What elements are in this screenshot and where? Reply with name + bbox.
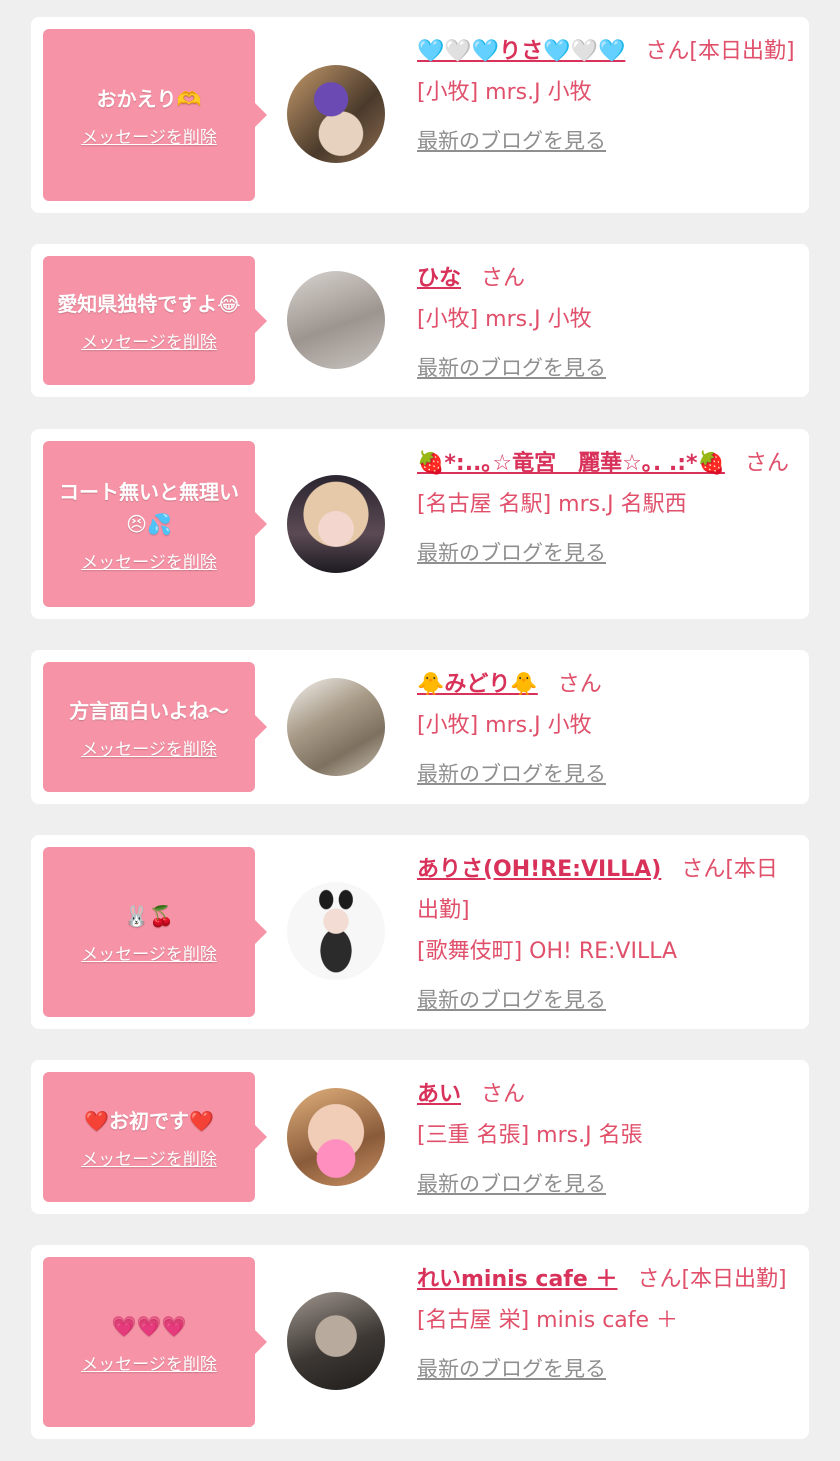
latest-blog-link[interactable]: 最新のブログを見る [417,533,606,574]
latest-blog-link[interactable]: 最新のブログを見る [417,121,606,162]
message-text: 🐰🍒 [124,903,174,928]
shop-name: [小牧] mrs.J 小牧 [417,307,592,332]
delete-message-link[interactable]: メッセージを削除 [81,548,217,573]
shop-name: [歌舞伎町] OH! RE:VILLA [417,939,678,964]
avatar[interactable] [287,271,385,369]
delete-message-link[interactable]: メッセージを削除 [81,940,217,965]
message-text: コート無いと無理い😣💦 [59,479,239,536]
cast-status: さん[本日出勤] [645,39,795,64]
cast-info: ひな さん [小牧] mrs.J 小牧 最新のブログを見る [417,258,799,389]
message-bubble: ❤️お初です❤️ メッセージを削除 [43,1072,267,1202]
message-text: 方言面白いよね〜 [69,698,229,723]
message-bubble: 💗💗💗 メッセージを削除 [43,1257,267,1427]
cast-status: さん [744,451,789,476]
shop-name: [名古屋 栄] minis cafe ＋ [417,1308,679,1333]
cast-status: さん[本日出勤] [637,1267,787,1292]
shop-name: [小牧] mrs.J 小牧 [417,713,592,738]
message-card: 💗💗💗 メッセージを削除 れいminis cafe ＋ さん[本日出勤] [名古屋… [31,1245,809,1439]
latest-blog-link[interactable]: 最新のブログを見る [417,754,606,795]
cast-name-link[interactable]: 🩵🤍🩵りさ🩵🤍🩵 [417,39,625,64]
latest-blog-link[interactable]: 最新のブログを見る [417,1164,606,1205]
cast-name-link[interactable]: あい [417,1082,461,1107]
cast-status: さん [557,672,602,697]
message-card: 愛知県独特ですよ😂 メッセージを削除 ひな さん [小牧] mrs.J 小牧 最新… [31,244,809,397]
cast-name-link[interactable]: 🐥みどり🐥 [417,672,538,697]
message-text: おかえり🫶 [96,86,202,111]
avatar[interactable] [287,882,385,980]
latest-blog-link[interactable]: 最新のブログを見る [417,1349,606,1390]
message-text: 💗💗💗 [111,1313,187,1338]
avatar[interactable] [287,678,385,776]
cast-name-link[interactable]: 🍓*:..｡☆竜宮 麗華☆｡. .:*🍓 [417,451,725,476]
delete-message-link[interactable]: メッセージを削除 [81,123,217,148]
cast-info: 🩵🤍🩵りさ🩵🤍🩵 さん[本日出勤] [小牧] mrs.J 小牧 最新のブログを見る [417,31,799,162]
avatar[interactable] [287,475,385,573]
message-bubble: おかえり🫶 メッセージを削除 [43,29,267,201]
cast-info: れいminis cafe ＋ さん[本日出勤] [名古屋 栄] minis caf… [417,1259,799,1390]
avatar[interactable] [287,65,385,163]
message-card: おかえり🫶 メッセージを削除 🩵🤍🩵りさ🩵🤍🩵 さん[本日出勤] [小牧] mrs… [31,17,809,213]
shop-name: [三重 名張] mrs.J 名張 [417,1123,643,1148]
cast-status: さん [481,266,526,291]
shop-name: [小牧] mrs.J 小牧 [417,80,592,105]
message-bubble: 方言面白いよね〜 メッセージを削除 [43,662,267,792]
cast-info: ありさ(OH!RE:VILLA) さん[本日出勤] [歌舞伎町] OH! RE:V… [417,849,799,1021]
message-bubble: 🐰🍒 メッセージを削除 [43,847,267,1017]
cast-info: 🐥みどり🐥 さん [小牧] mrs.J 小牧 最新のブログを見る [417,664,799,795]
cast-status: さん [481,1082,526,1107]
message-card: ❤️お初です❤️ メッセージを削除 あい さん [三重 名張] mrs.J 名張 … [31,1060,809,1214]
message-text: ❤️お初です❤️ [84,1108,214,1133]
cast-info: あい さん [三重 名張] mrs.J 名張 最新のブログを見る [417,1074,799,1205]
message-bubble: コート無いと無理い😣💦 メッセージを削除 [43,441,267,607]
cast-name-link[interactable]: れいminis cafe ＋ [417,1267,617,1292]
delete-message-link[interactable]: メッセージを削除 [81,735,217,760]
delete-message-link[interactable]: メッセージを削除 [81,328,217,353]
message-card: 🐰🍒 メッセージを削除 ありさ(OH!RE:VILLA) さん[本日出勤] [歌舞… [31,835,809,1029]
avatar[interactable] [287,1088,385,1186]
delete-message-link[interactable]: メッセージを削除 [81,1350,217,1375]
latest-blog-link[interactable]: 最新のブログを見る [417,980,606,1021]
delete-message-link[interactable]: メッセージを削除 [81,1145,217,1170]
message-bubble: 愛知県独特ですよ😂 メッセージを削除 [43,256,267,385]
cast-info: 🍓*:..｡☆竜宮 麗華☆｡. .:*🍓 さん [名古屋 名駅] mrs.J 名駅… [417,443,799,574]
shop-name: [名古屋 名駅] mrs.J 名駅西 [417,492,687,517]
message-card: コート無いと無理い😣💦 メッセージを削除 🍓*:..｡☆竜宮 麗華☆｡. .:*… [31,429,809,619]
avatar[interactable] [287,1292,385,1390]
message-text: 愛知県独特ですよ😂 [57,292,241,316]
message-list: おかえり🫶 メッセージを削除 🩵🤍🩵りさ🩵🤍🩵 さん[本日出勤] [小牧] mrs… [0,0,840,1461]
cast-name-link[interactable]: ありさ(OH!RE:VILLA) [417,857,661,882]
cast-name-link[interactable]: ひな [417,266,461,291]
message-card: 方言面白いよね〜 メッセージを削除 🐥みどり🐥 さん [小牧] mrs.J 小牧 … [31,650,809,804]
latest-blog-link[interactable]: 最新のブログを見る [417,348,606,389]
